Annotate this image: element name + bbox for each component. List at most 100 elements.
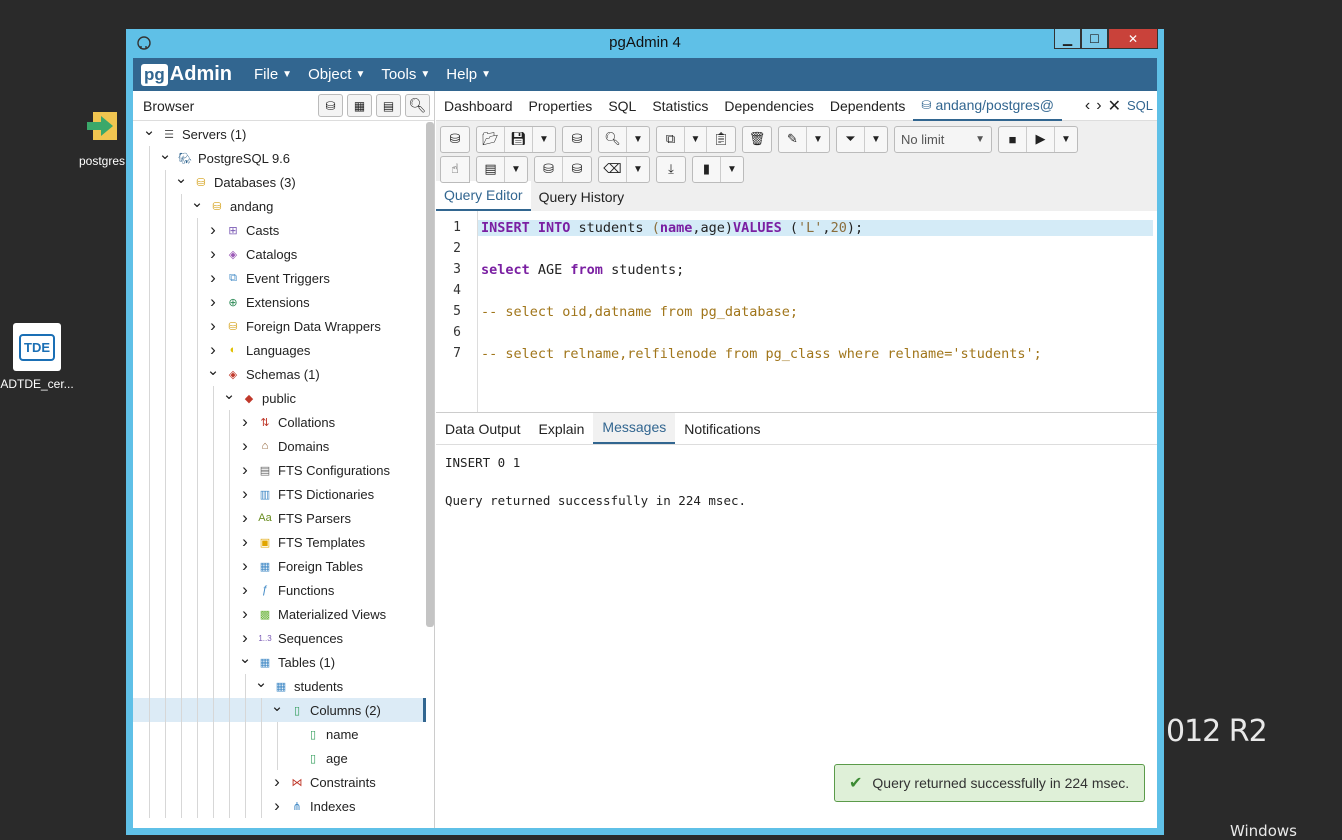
close-button[interactable]: ✕ [1108,29,1158,49]
tree-item[interactable]: ⌄ ◆ public [133,386,426,410]
tree-item[interactable]: › ▩ Materialized Views [133,602,426,626]
chevron-right-icon[interactable]: › [237,460,253,480]
tree-item[interactable]: › ⧉ Event Triggers [133,266,426,290]
tree-item[interactable]: ⌄ ⛁ Databases (3) [133,170,426,194]
chevron-down-icon[interactable]: ▼ [1055,127,1077,152]
chevron-right-icon[interactable]: › [237,412,253,432]
tree-item[interactable]: › ⊕ Extensions [133,290,426,314]
chevron-right-icon[interactable]: › [237,580,253,600]
tree-item[interactable]: › ƒ Functions [133,578,426,602]
tree-item[interactable]: › ◈ Catalogs [133,242,426,266]
chevron-right-icon[interactable]: › [237,508,253,528]
chevron-left-icon[interactable]: ‹ [1085,97,1090,115]
query-tool-button[interactable]: ⛁ [318,94,343,117]
limit-select[interactable]: No limit ▼ [894,125,992,153]
copy-icon[interactable]: ⧉ [657,126,685,152]
tree-item[interactable]: › Aa FTS Parsers [133,506,426,530]
chevron-down-icon[interactable]: ▼ [627,127,649,152]
tab-overflow[interactable]: SQL [1127,98,1153,113]
search-objects-button[interactable]: 🔍︎ [405,94,430,117]
pointer-icon[interactable]: ☝ [441,157,469,182]
tab-sql[interactable]: SQL [600,91,644,121]
chevron-down-icon[interactable]: ▼ [533,127,555,152]
code-line[interactable]: 4 [436,280,1157,301]
chevron-down-icon[interactable]: ▼ [865,127,887,152]
search-icon[interactable]: 🔍︎ [599,126,627,152]
tree-item[interactable]: › ▤ FTS Configurations [133,458,426,482]
tab-dependencies[interactable]: Dependencies [716,91,822,121]
tree-item[interactable]: ⌄ ▦ students [133,674,426,698]
chevron-right-icon[interactable]: › [205,340,221,360]
tree-item[interactable]: ⌄ 🐘︎ PostgreSQL 9.6 [133,146,426,170]
chevron-down-icon[interactable]: ⌄ [221,387,237,402]
chevron-down-icon[interactable]: ⌄ [237,651,253,666]
tree-item[interactable]: ⌄ ☰ Servers (1) [133,122,426,146]
chevron-down-icon[interactable]: ⌄ [157,147,173,162]
tree-item[interactable]: › ▦ Foreign Tables [133,554,426,578]
tree-item[interactable]: › ▣ FTS Templates [133,530,426,554]
edit-icon[interactable]: ✎ [779,126,807,152]
code-line[interactable]: 6 [436,322,1157,343]
code-line[interactable]: 2 [436,238,1157,259]
maximize-button[interactable]: ☐ [1081,29,1108,49]
menu-object[interactable]: Object ▼ [308,66,365,83]
chevron-right-icon[interactable]: › [1096,97,1101,115]
download-icon[interactable]: ⤓ [657,157,685,182]
tree-item[interactable]: › ⛁ Foreign Data Wrappers [133,314,426,338]
chevron-right-icon[interactable]: › [237,484,253,504]
tree-item[interactable]: › ⋔ Indexes [133,794,426,818]
save-icon[interactable]: 💾︎ [505,126,533,152]
tree-item[interactable]: › ▥ FTS Dictionaries [133,482,426,506]
chevron-right-icon[interactable]: › [237,556,253,576]
chevron-right-icon[interactable]: › [205,316,221,336]
chevron-right-icon[interactable]: › [269,796,285,816]
tab-properties[interactable]: Properties [521,91,601,121]
chevron-right-icon[interactable]: › [237,532,253,552]
tab-statistics[interactable]: Statistics [644,91,716,121]
chevron-down-icon[interactable]: ⌄ [173,171,189,186]
delete-icon[interactable]: 🗑︎ [743,127,771,152]
chevron-right-icon[interactable]: › [237,628,253,648]
commit-icon[interactable]: ⛁ [535,156,563,182]
chevron-right-icon[interactable]: › [237,604,253,624]
desktop-icon-tde[interactable]: TDE ADTDE_cer... [0,323,74,391]
chevron-down-icon[interactable]: ⌄ [269,699,285,714]
tree-item[interactable]: ▯ age [133,746,426,770]
chevron-right-icon[interactable]: › [237,436,253,456]
chevron-down-icon[interactable]: ⌄ [141,123,157,138]
filter-icon[interactable]: ⏷ [837,126,865,152]
rollback-icon[interactable]: ⛁ [563,157,591,182]
tree-item[interactable]: ▯ name [133,722,426,746]
tab-explain[interactable]: Explain [530,421,594,444]
filter-rows-button[interactable]: ▤ [376,94,401,117]
tree-scrollbar[interactable] [426,122,434,627]
tab-data-output[interactable]: Data Output [436,421,530,444]
chevron-right-icon[interactable]: › [205,292,221,312]
tab-dependents[interactable]: Dependents [822,91,914,121]
code-line[interactable]: 1 INSERT INTO students (name,age)VALUES … [436,217,1157,238]
chevron-down-icon[interactable]: ⌄ [253,675,269,690]
macros-icon[interactable]: ▮ [693,156,721,182]
tree-item[interactable]: ⌄ ▯ Columns (2) [133,698,426,722]
tree-item[interactable]: › ⌂ Domains [133,434,426,458]
open-file-icon[interactable]: 📂︎ [477,126,505,152]
chevron-down-icon[interactable]: ▼ [505,157,527,182]
tree-item[interactable]: › ⊞ Casts [133,218,426,242]
chevron-right-icon[interactable]: › [269,772,285,792]
tab-query-history[interactable]: Query History [531,189,633,211]
menu-help[interactable]: Help ▼ [446,66,491,83]
tree-item[interactable]: › ⇅ Collations [133,410,426,434]
chevron-down-icon[interactable]: ⌄ [205,363,221,378]
tree-item[interactable]: ⌄ ▦ Tables (1) [133,650,426,674]
success-toast[interactable]: ✔ Query returned successfully in 224 mse… [834,764,1145,802]
desktop-icon-postgres[interactable]: postgres [74,108,130,168]
stop-icon[interactable]: ■ [999,126,1027,152]
clear-icon[interactable]: ⌫ [599,156,627,182]
window-titlebar[interactable]: pgAdmin 4 ▁ ☐ ✕ [126,29,1164,58]
chevron-right-icon[interactable]: › [205,220,221,240]
menu-tools[interactable]: Tools ▼ [381,66,430,83]
view-data-button[interactable]: ▦ [347,94,372,117]
chevron-down-icon[interactable]: ⌄ [189,195,205,210]
tree-item[interactable]: ⌄ ◈ Schemas (1) [133,362,426,386]
tree-item[interactable]: › ⋈ Constraints [133,770,426,794]
